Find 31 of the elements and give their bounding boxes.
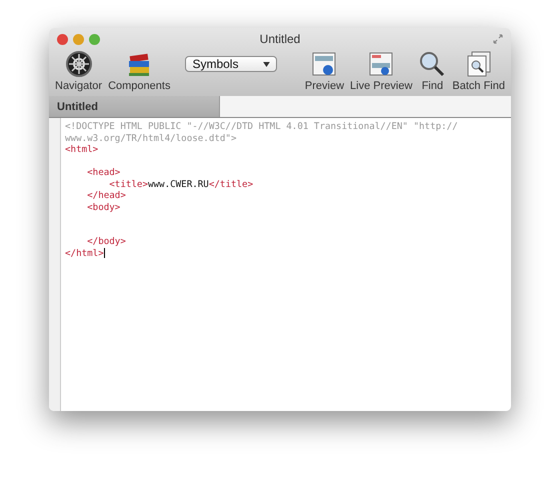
code-text: www.CWER.RU [148, 178, 209, 190]
caret-icon [263, 62, 270, 66]
html-tag: </head> [65, 190, 126, 201]
minimize-button[interactable] [73, 34, 84, 44]
web-page-icon [310, 50, 338, 78]
tab[interactable]: Untitled [49, 96, 219, 117]
toolbar-button[interactable]: Find [415, 50, 450, 92]
code-editor[interactable]: <!DOCTYPE HTML PUBLIC "-//W3C//DTD HTML 4.01 Transitional//EN" "http:// www.w3.org/TR/html4/loose.dtd"> <html> <head> <title>www.CWER.RU</title> </head> <body> </body> </html> [61, 118, 511, 411]
window-title: Untitled [258, 32, 302, 46]
doctype-text: <!DOCTYPE HTML PUBLIC "-//W3C//DTD HTML 4.01 Transitional//EN" "http:// [65, 121, 458, 132]
html-tag: </body> [65, 236, 126, 247]
html-tag: </html> [65, 248, 104, 258]
html-tag: <html> [65, 144, 98, 155]
html-tag: </title> [208, 178, 254, 190]
search-icon [418, 50, 446, 78]
html-tag: <head> [65, 167, 120, 178]
toolbar-button[interactable]: Components [105, 50, 174, 92]
fullscreen-icon[interactable] [493, 34, 503, 44]
toolbar-button[interactable]: Preview [302, 50, 348, 92]
html-tag: <body> [65, 202, 120, 212]
symbols-dropdown[interactable]: Symbols [185, 56, 278, 72]
toolbar-button[interactable]: Navigator [52, 50, 106, 92]
toolbar-button[interactable]: Batch Find [449, 50, 508, 92]
web-page-icon [367, 50, 396, 78]
compass-icon [64, 50, 93, 78]
search-pages-icon [464, 50, 493, 78]
doctype-text: www.w3.org/TR/html4/loose.dtd"> [65, 132, 236, 144]
html-tag: <title> [65, 178, 148, 190]
close-button[interactable] [57, 34, 68, 44]
toolbar-button[interactable]: Live Preview [347, 50, 416, 92]
zoom-button[interactable] [89, 34, 100, 44]
